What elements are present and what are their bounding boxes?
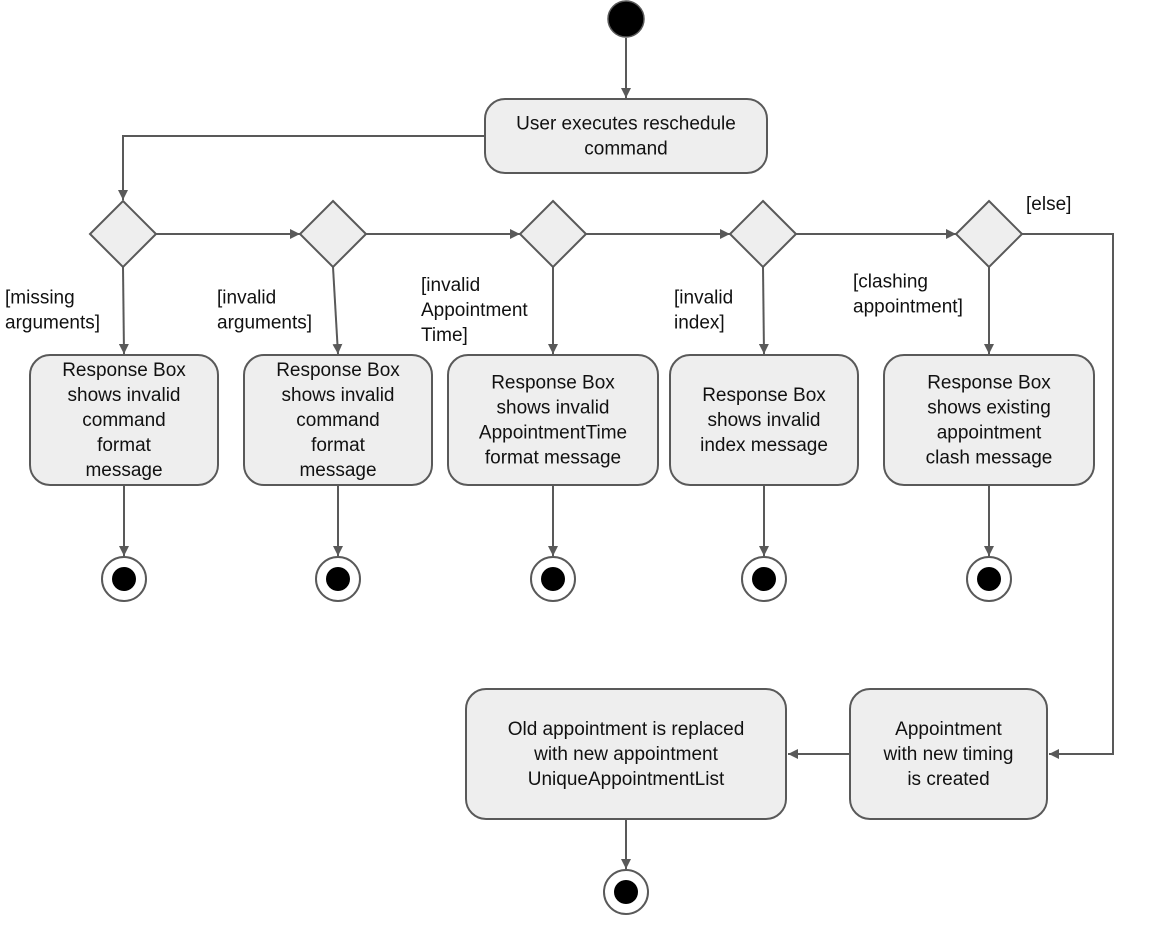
guard-label-4: [invalid index] [674,288,733,334]
action-create-appointment: Appointment with new timing is created [849,688,1048,820]
response-box-3: Response Box shows invalid AppointmentTime… [447,354,659,486]
text-line: shows invalid [708,410,821,431]
text-line: format [97,435,152,456]
text-line: message [85,460,162,481]
text-line: [invalid [421,275,480,296]
text-line: message [299,460,376,481]
text-line: UniqueAppointmentList [528,769,725,790]
decision-node-1 [88,199,158,269]
edge-else-to-create [1022,233,1114,759]
final-node-3 [530,556,576,602]
text-line: Response Box [491,373,615,394]
text-line: command [584,139,667,160]
response-box-2: Response Box shows invalid command format me… [243,354,433,486]
final-node-core [977,567,1001,591]
final-node-2 [315,556,361,602]
text-line: Appointment [421,300,528,321]
guard-label-else: [else] [1026,194,1071,215]
text-line: Response Box [276,360,400,381]
response-box-4-label: Response Box shows invalid index message [700,385,828,456]
text-line: arguments] [217,313,312,334]
text-line: Appointment [895,719,1002,740]
final-node-4 [741,556,787,602]
decision-node-5 [954,199,1024,269]
text-line: is created [907,769,989,790]
text-line: command [296,410,379,431]
edge-decision-2-to-response [332,266,343,355]
text-line: Time] [421,325,468,346]
text-line: format [311,435,366,456]
edge-start-to-decision-1 [118,135,485,200]
text-line: Response Box [702,385,826,406]
decision-node-3 [518,199,588,269]
action-replace-appointment: Old appointment is replaced with new appo… [465,688,787,820]
text-line: index] [674,313,725,334]
final-node-core [112,567,136,591]
text-line: Response Box [62,360,186,381]
text-line: appointment [937,423,1042,444]
text-line: Old appointment is replaced [508,719,745,740]
response-box-5: Response Box shows existing appointment cla… [883,354,1095,486]
final-node-core [541,567,565,591]
text-line: format message [485,448,621,469]
initial-node [607,0,645,38]
guard-label-5: [clashing appointment] [853,272,963,318]
text-line: with new timing [883,744,1014,765]
text-line: shows invalid [282,385,395,406]
text-line: shows existing [927,398,1051,419]
text-line: arguments] [5,313,100,334]
text-line: command [82,410,165,431]
action-user-executes-reschedule-shape [484,98,768,174]
text-line: Response Box [927,373,1051,394]
final-node-1 [101,556,147,602]
response-box-1: Response Box shows invalid command format me… [29,354,219,486]
text-line: shows invalid [497,398,610,419]
final-node-5 [966,556,1012,602]
action-user-executes-reschedule: User executes reschedule command [484,98,768,174]
response-box-4: Response Box shows invalid index message [669,354,859,486]
final-node-core [752,567,776,591]
text-line: appointment] [853,297,963,318]
text-line: [clashing [853,272,928,293]
final-node-6 [603,869,649,915]
text-line: clash message [926,448,1053,469]
final-node-core [614,880,638,904]
text-line: with new appointment [533,744,718,765]
decision-node-4 [728,199,798,269]
text-line: index message [700,435,828,456]
text-line: shows invalid [68,385,181,406]
guard-label-2: [invalid arguments] [217,288,312,334]
edge-decision-1-to-response [118,266,129,355]
guard-label-3: [invalid Appointment Time] [421,275,528,346]
text-line: [invalid [217,288,276,309]
text-line: [invalid [674,288,733,309]
action-replace-appointment-label: Old appointment is replaced with new appo… [508,719,745,790]
text-line: User executes reschedule [516,114,736,135]
final-node-core [326,567,350,591]
edge-decision-4-to-response [758,266,769,355]
text-line: AppointmentTime [479,423,627,444]
text-line: [missing [5,288,75,309]
decision-node-2 [298,199,368,269]
activity-diagram: User executes reschedule commandResponse … [5,0,1114,915]
guard-label-1: [missing arguments] [5,288,100,334]
